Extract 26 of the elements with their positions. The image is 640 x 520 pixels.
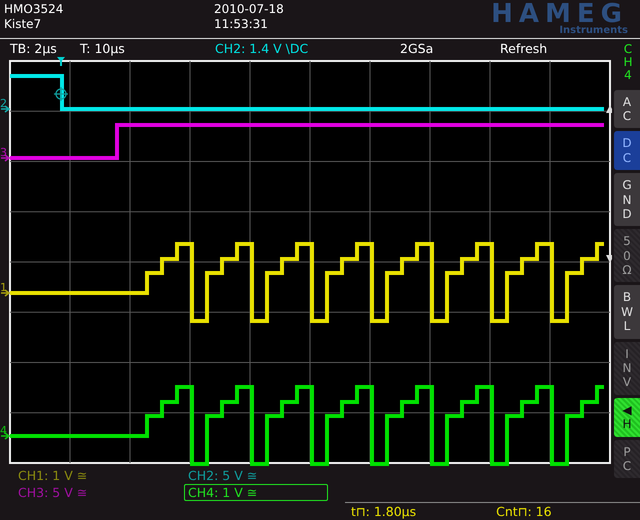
measurement-readout: t⊓: 1.80µs	[351, 504, 416, 519]
sample-rate-text: 2GSa	[400, 40, 434, 56]
channel-setting[interactable]: CH4: 1 V ≅	[184, 484, 328, 501]
channel-indicator: CH4	[622, 43, 634, 83]
channel-setting[interactable]: CH1: 1 V ≅	[14, 467, 92, 484]
timebase-text: TB: 2µs	[10, 40, 58, 56]
logo-text: HAMEG	[491, 2, 628, 26]
level-marker-icon	[606, 105, 612, 113]
cursor-icon	[53, 86, 69, 102]
measurement-readout: Cnt⊓: 16	[496, 504, 552, 519]
side-menu-button[interactable]: BWL	[614, 285, 640, 339]
instrument-model: HMO3524	[4, 2, 64, 16]
trigger-marker-icon	[57, 57, 65, 66]
side-menu-button[interactable]: DC	[614, 131, 640, 170]
logo-subtitle: Instruments	[559, 25, 628, 36]
date-text: 2010-07-18	[214, 2, 285, 16]
level-marker-icon	[606, 255, 612, 263]
file-name: Kiste7	[4, 17, 42, 31]
side-menu-button[interactable]: GND	[614, 173, 640, 226]
trigger-time-text: T: 10µs	[80, 40, 126, 56]
side-menu-button[interactable]: AC	[614, 90, 640, 128]
trigger-source-text: CH2: 1.4 V \DC	[215, 40, 310, 56]
time-text: 11:53:31	[214, 17, 269, 31]
side-menu-button[interactable]: ◀H	[614, 398, 640, 437]
acquisition-mode-text: Refresh	[500, 40, 548, 56]
channel-setting[interactable]: CH2: 5 V ≅	[184, 467, 262, 484]
